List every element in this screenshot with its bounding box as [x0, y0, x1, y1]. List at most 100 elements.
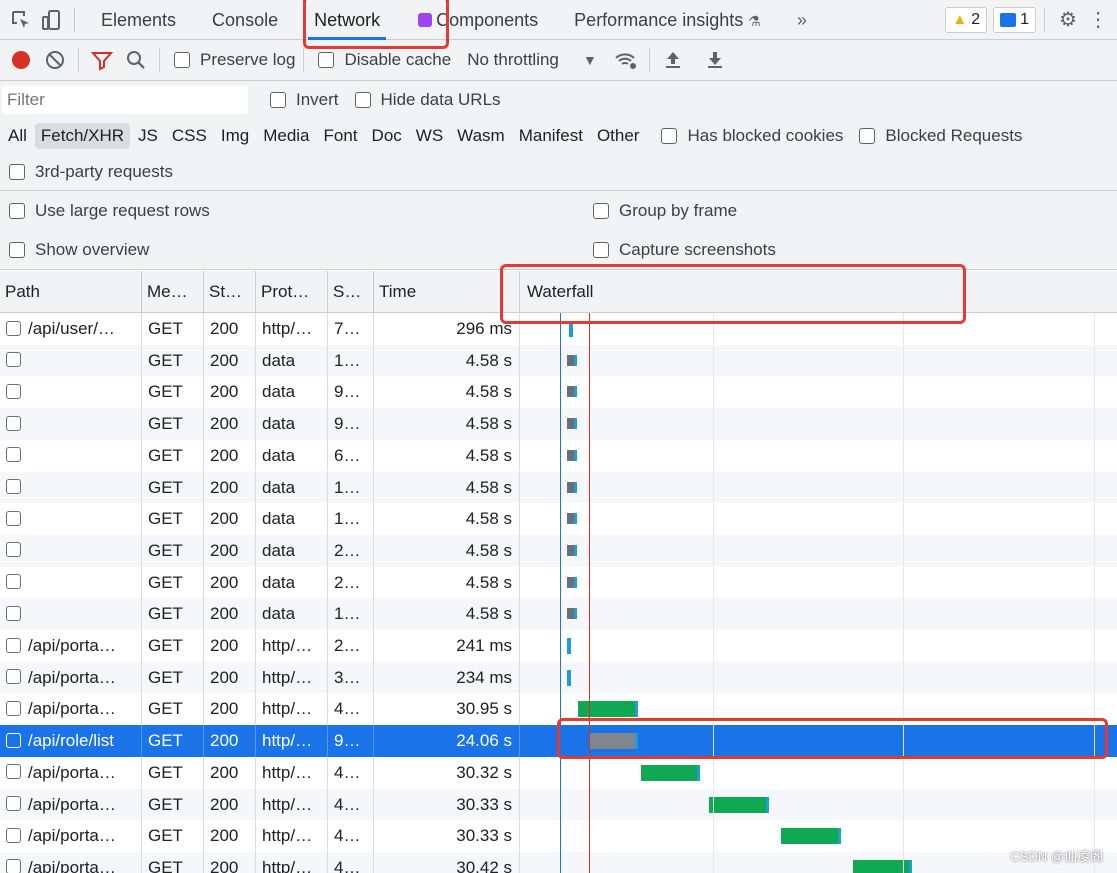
more-options-icon[interactable]: ⋮	[1083, 5, 1113, 35]
type-media[interactable]: Media	[257, 123, 315, 149]
disable-cache-checkbox[interactable]	[318, 52, 335, 68]
divider	[303, 48, 305, 72]
table-row[interactable]: GET 200 data 6… 4.58 s	[0, 439, 1117, 472]
cell-method: GET	[142, 313, 204, 345]
column-waterfall[interactable]: Waterfall	[520, 271, 1117, 313]
table-row[interactable]: GET 200 data 2… 4.58 s	[0, 566, 1117, 599]
table-row[interactable]: GET 200 data 2… 4.58 s	[0, 534, 1117, 567]
inspect-element-icon[interactable]	[6, 5, 36, 35]
type-manifest[interactable]: Manifest	[513, 123, 589, 149]
network-toolbar: Preserve log Disable cache No throttling…	[0, 40, 1117, 81]
column-path[interactable]: Path	[0, 271, 142, 313]
type-doc[interactable]: Doc	[366, 123, 408, 149]
preserve-log-label: Preserve log	[200, 50, 296, 69]
row-checkbox[interactable]	[6, 447, 21, 463]
type-js[interactable]: JS	[132, 123, 164, 149]
row-checkbox[interactable]	[6, 827, 21, 843]
import-har-icon[interactable]	[658, 45, 688, 75]
table-row[interactable]: /api/porta… GET 200 http/… 4… 30.33 s	[0, 788, 1117, 821]
more-tabs-button[interactable]: »	[779, 0, 825, 40]
react-icon	[418, 12, 433, 27]
invert-checkbox[interactable]	[270, 91, 286, 108]
row-checkbox[interactable]	[6, 574, 21, 590]
table-row[interactable]: GET 200 data 9… 4.58 s	[0, 408, 1117, 440]
row-checkbox[interactable]	[6, 479, 21, 495]
export-har-icon[interactable]	[700, 45, 730, 75]
filter-funnel-icon[interactable]	[87, 45, 117, 75]
clear-icon[interactable]	[40, 45, 70, 75]
show-overview-checkbox[interactable]	[9, 241, 25, 258]
row-checkbox[interactable]	[6, 764, 21, 780]
has-blocked-cookies-checkbox[interactable]	[661, 128, 678, 144]
column-status[interactable]: St…	[204, 271, 256, 313]
type-other[interactable]: Other	[591, 123, 646, 149]
table-row[interactable]: /api/user/… GET 200 http/… 7… 296 ms	[0, 313, 1117, 345]
record-icon[interactable]	[6, 45, 36, 75]
tab-console[interactable]: Console	[194, 0, 296, 40]
type-img[interactable]: Img	[215, 123, 255, 149]
tab-network[interactable]: Network	[296, 0, 398, 40]
type-css[interactable]: CSS	[166, 123, 213, 149]
devtools-tabbar: Elements Console Network Components Perf…	[0, 0, 1117, 40]
row-checkbox[interactable]	[6, 510, 21, 526]
row-checkbox[interactable]	[6, 605, 21, 621]
table-header: Path Me… St… Prot… S… Time Waterfall	[0, 271, 1117, 313]
table-row[interactable]: GET 200 data 9… 4.58 s	[0, 376, 1117, 409]
table-row[interactable]: /api/role/list GET 200 http/… 9… 24.06 s	[0, 725, 1117, 757]
search-icon[interactable]	[121, 45, 151, 75]
table-row[interactable]: GET 200 data 1… 4.58 s	[0, 503, 1117, 535]
type-wasm[interactable]: Wasm	[451, 123, 511, 149]
blocked-requests-checkbox[interactable]	[859, 128, 876, 144]
row-checkbox[interactable]	[6, 383, 21, 399]
preserve-log-checkbox[interactable]	[174, 52, 190, 68]
cell-protocol-text: http/…	[262, 794, 313, 814]
table-row[interactable]: /api/porta… GET 200 http/… 2… 241 ms	[0, 630, 1117, 662]
table-row[interactable]: GET 200 data 1… 4.58 s	[0, 471, 1117, 504]
row-checkbox[interactable]	[6, 859, 21, 873]
row-checkbox[interactable]	[6, 700, 21, 716]
settings-gear-icon[interactable]: ⚙	[1053, 5, 1083, 35]
network-conditions-icon[interactable]	[611, 45, 641, 75]
column-size[interactable]: S…	[328, 271, 374, 313]
type-font[interactable]: Font	[318, 123, 364, 149]
throttling-select[interactable]: No throttling	[467, 50, 559, 70]
group-by-frame-checkbox[interactable]	[593, 202, 609, 219]
table-row[interactable]: /api/porta… GET 200 http/… 3… 234 ms	[0, 661, 1117, 694]
tab-performance-insights[interactable]: Performance insights ⚗	[556, 0, 779, 40]
tab-elements[interactable]: Elements	[83, 0, 194, 40]
cell-protocol-text: data	[262, 382, 296, 402]
table-row[interactable]: GET 200 data 1… 4.58 s	[0, 598, 1117, 630]
warning-icon: ▲	[952, 11, 968, 28]
row-checkbox[interactable]	[6, 637, 21, 653]
row-checkbox[interactable]	[6, 669, 21, 685]
column-protocol[interactable]: Prot…	[256, 271, 328, 313]
large-rows-checkbox[interactable]	[9, 202, 25, 219]
table-row[interactable]: /api/porta… GET 200 http/… 4… 30.32 s	[0, 756, 1117, 789]
row-checkbox[interactable]	[6, 320, 21, 336]
cell-time: 30.95 s	[374, 693, 520, 726]
column-time[interactable]: Time	[374, 271, 520, 313]
type-fetch-xhr[interactable]: Fetch/XHR	[34, 123, 131, 149]
messages-badge[interactable]: 1	[993, 6, 1036, 33]
column-method[interactable]: Me…	[142, 271, 204, 313]
hide-data-urls-checkbox[interactable]	[354, 91, 371, 108]
tab-components[interactable]: Components	[398, 0, 556, 40]
warnings-badge[interactable]: ▲ 2	[945, 6, 988, 33]
table-row[interactable]: /api/porta… GET 200 http/… 4… 30.95 s	[0, 693, 1117, 726]
capture-screenshots-checkbox[interactable]	[593, 241, 609, 258]
table-row[interactable]: /api/porta… GET 200 http/… 4… 30.33 s	[0, 820, 1117, 852]
type-all[interactable]: All	[2, 123, 33, 149]
row-checkbox[interactable]	[6, 732, 21, 748]
third-party-checkbox[interactable]	[9, 164, 25, 180]
filter-input[interactable]	[2, 85, 248, 114]
table-row[interactable]: GET 200 data 1… 4.58 s	[0, 344, 1117, 377]
type-ws[interactable]: WS	[410, 123, 449, 149]
table-row[interactable]: /api/porta… GET 200 http/… 4… 30.42 s	[0, 851, 1117, 873]
row-checkbox[interactable]	[6, 415, 21, 431]
row-checkbox[interactable]	[6, 352, 21, 368]
has-blocked-cookies-label: Has blocked cookies	[687, 126, 844, 145]
chevron-down-icon[interactable]: ▼	[575, 45, 605, 75]
row-checkbox[interactable]	[6, 542, 21, 558]
row-checkbox[interactable]	[6, 796, 21, 812]
device-toolbar-icon[interactable]	[36, 5, 66, 35]
